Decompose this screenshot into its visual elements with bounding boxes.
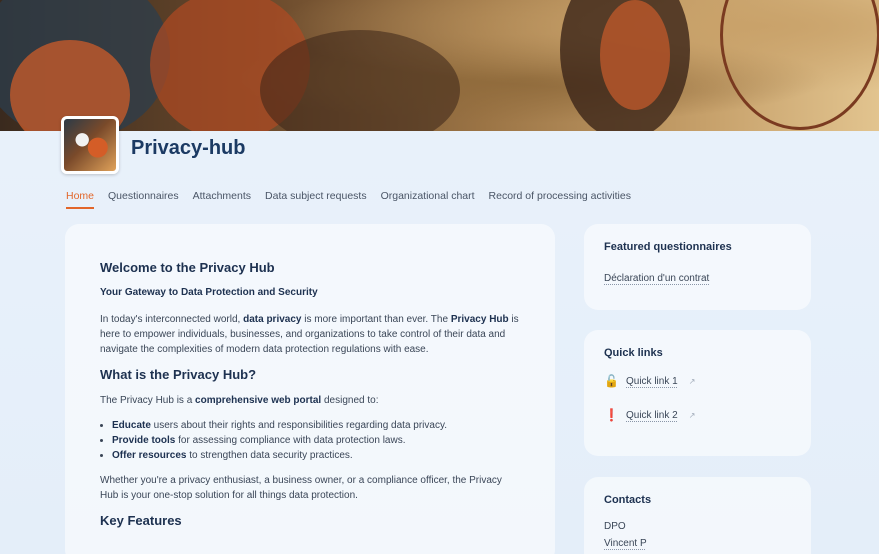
tab-questionnaires[interactable]: Questionnaires [108,190,179,209]
list-item: Provide tools for assessing compliance w… [112,433,520,448]
quick-links-card: Quick links 🔓 Quick link 1 ↗ ❗ Quick lin… [584,330,811,456]
site-title: Privacy-hub [131,137,246,159]
featured-questionnaires-card: Featured questionnaires Déclaration d'un… [584,224,811,310]
contacts-card: Contacts DPO Vincent P [584,477,811,554]
nav-tabs: Home Questionnaires Attachments Data sub… [66,190,631,209]
tab-attachments[interactable]: Attachments [193,190,251,209]
tab-organizational-chart[interactable]: Organizational chart [381,190,475,209]
key-features-heading: Key Features [100,513,182,528]
what-paragraph: The Privacy Hub is a comprehensive web p… [100,395,379,406]
quick-link-row[interactable]: ❗ Quick link 2 ↗ [604,408,791,422]
main-content-card: Welcome to the Privacy Hub Your Gateway … [65,224,555,554]
quick-link-row[interactable]: 🔓 Quick link 1 ↗ [604,374,791,388]
list-item: Offer resources to strengthen data secur… [112,448,520,463]
contact-role: DPO [604,521,626,532]
tab-record-of-processing[interactable]: Record of processing activities [489,190,631,209]
tab-home[interactable]: Home [66,190,95,209]
exclamation-icon: ❗ [604,408,619,422]
quick-links-title: Quick links [604,347,663,359]
unlocked-padlock-icon: 🔓 [604,374,619,388]
external-link-icon: ↗ [688,410,696,420]
quick-link-1[interactable]: Quick link 1 [626,376,678,387]
welcome-heading: Welcome to the Privacy Hub [100,260,275,275]
intro-paragraph: In today's interconnected world, data pr… [100,314,519,355]
list-item: Educate users about their rights and res… [112,418,520,433]
site-logo[interactable] [61,116,119,174]
banner-image [0,0,879,131]
contacts-title: Contacts [604,494,652,506]
featured-questionnaire-link[interactable]: Déclaration d'un contrat [604,273,709,284]
contact-name-link[interactable]: Vincent P [604,538,647,549]
featured-title: Featured questionnaires [604,241,732,253]
tab-data-subject-requests[interactable]: Data subject requests [265,190,367,209]
welcome-subheading: Your Gateway to Data Protection and Secu… [100,287,318,298]
quick-link-2[interactable]: Quick link 2 [626,410,678,421]
what-heading: What is the Privacy Hub? [100,367,257,382]
features-list: Educate users about their rights and res… [112,418,520,463]
external-link-icon: ↗ [688,376,696,386]
closing-paragraph: Whether you're a privacy enthusiast, a b… [100,475,502,501]
